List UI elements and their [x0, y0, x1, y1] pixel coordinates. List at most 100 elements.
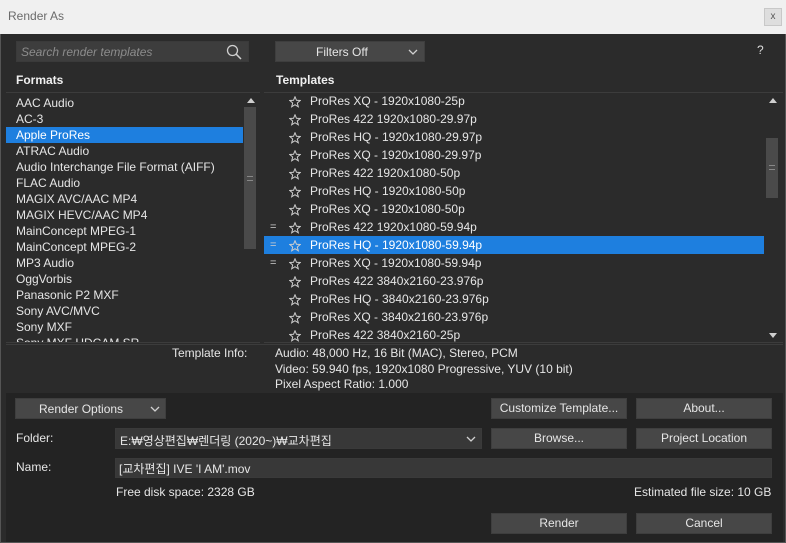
name-input[interactable] [119, 460, 759, 476]
template-row[interactable]: ProRes XQ - 1920x1080-29.97p [264, 146, 764, 164]
template-row[interactable]: ProRes 422 3840x2160-25p [264, 326, 764, 342]
scroll-thumb[interactable] [244, 107, 256, 249]
format-item[interactable]: MAGIX HEVC/AAC MP4 [6, 207, 243, 223]
scroll-down-arrow-icon[interactable] [769, 333, 777, 338]
scroll-grip-icon [769, 165, 775, 170]
search-input[interactable] [21, 43, 221, 60]
format-item[interactable]: OggVorbis [6, 271, 243, 287]
formats-list[interactable]: Sony MXF HDCAM SR Sony MXF Sony AVC/MVC Pan… [6, 92, 260, 343]
search-icon[interactable] [226, 44, 242, 60]
star-outline-icon[interactable] [288, 293, 302, 306]
template-name: ProRes HQ - 1920x1080-29.97p [310, 130, 483, 144]
star-outline-icon[interactable] [288, 95, 302, 108]
star-outline-icon[interactable] [288, 275, 302, 288]
filters-dropdown[interactable]: Filters Off [275, 41, 425, 62]
drag-handle-icon: = [270, 257, 277, 269]
template-info-audio: Audio: 48,000 Hz, 16 Bit (MAC), Stereo, … [275, 346, 518, 360]
format-item[interactable]: Sony MXF [6, 319, 243, 335]
template-row[interactable]: ProRes 422 3840x2160-23.976p [264, 272, 764, 290]
format-item[interactable]: Panasonic P2 MXF [6, 287, 243, 303]
template-row[interactable]: ProRes HQ - 1920x1080-50p [264, 182, 764, 200]
template-row[interactable]: ProRes 422 1920x1080-50p [264, 164, 764, 182]
close-button[interactable]: x [764, 8, 782, 26]
template-name: ProRes 422 1920x1080-29.97p [310, 112, 477, 126]
format-item[interactable]: MAGIX AVC/AAC MP4 [6, 191, 243, 207]
folder-select[interactable]: E:₩영상편집₩렌더링 (2020~)₩교차편집 [115, 428, 482, 449]
chevron-down-icon [466, 436, 476, 442]
star-outline-icon[interactable] [288, 185, 302, 198]
template-name: ProRes 422 3840x2160-23.976p [310, 274, 484, 288]
star-outline-icon[interactable] [288, 203, 302, 216]
template-row[interactable]: ProRes HQ - 1920x1080-29.97p [264, 128, 764, 146]
render-options-label: Render Options [39, 402, 124, 416]
search-box[interactable] [16, 41, 249, 62]
drag-handle-icon: = [270, 239, 277, 251]
window-title: Render As [8, 9, 65, 23]
template-name: ProRes XQ - 1920x1080-29.97p [310, 148, 482, 162]
template-row[interactable]: ProRes XQ - 1920x1080-50p [264, 200, 764, 218]
star-outline-icon[interactable] [288, 131, 302, 144]
template-row[interactable]: ProRes HQ - 3840x2160-23.976p [264, 290, 764, 308]
project-location-button[interactable]: Project Location [636, 428, 772, 449]
template-name: ProRes XQ - 1920x1080-25p [310, 94, 465, 108]
templates-scrollbar[interactable] [765, 93, 781, 342]
templates-list[interactable]: ProRes 422 3840x2160-25p ProRes XQ - 3840… [264, 92, 783, 343]
scroll-up-arrow-icon[interactable] [247, 98, 255, 103]
name-field[interactable] [115, 458, 772, 478]
render-button[interactable]: Render [491, 513, 627, 534]
template-name: ProRes XQ - 1920x1080-50p [310, 202, 465, 216]
help-button[interactable]: ? [757, 43, 764, 57]
format-item[interactable]: ATRAC Audio [6, 143, 243, 159]
star-outline-icon[interactable] [288, 239, 302, 252]
format-item[interactable]: Sony AVC/MVC [6, 303, 243, 319]
format-item[interactable]: AAC Audio [6, 95, 243, 111]
star-outline-icon[interactable] [288, 221, 302, 234]
template-name: ProRes XQ - 3840x2160-23.976p [310, 310, 489, 324]
about-button[interactable]: About... [636, 398, 772, 419]
format-item[interactable]: FLAC Audio [6, 175, 243, 191]
scroll-grip-icon [247, 176, 253, 181]
template-row[interactable]: = ProRes 422 1920x1080-59.94p [264, 218, 764, 236]
template-info: Audio: 48,000 Hz, 16 Bit (MAC), Stereo, … [275, 346, 573, 393]
cancel-button[interactable]: Cancel [636, 513, 772, 534]
format-item[interactable]: Sony MXF HDCAM SR [6, 335, 243, 342]
template-name: ProRes 422 3840x2160-25p [310, 328, 461, 342]
scroll-thumb[interactable] [766, 138, 778, 198]
star-outline-icon[interactable] [288, 329, 302, 342]
star-outline-icon[interactable] [288, 257, 302, 270]
star-outline-icon[interactable] [288, 167, 302, 180]
free-disk-space: Free disk space: 2328 GB [116, 485, 255, 499]
render-options-dropdown[interactable]: Render Options [15, 398, 166, 419]
template-row[interactable]: = ProRes XQ - 1920x1080-59.94p [264, 254, 764, 272]
format-item[interactable]: Apple ProRes [6, 127, 243, 143]
template-name: ProRes XQ - 1920x1080-59.94p [310, 256, 482, 270]
chevron-down-icon [408, 49, 418, 55]
template-row[interactable]: ProRes 422 1920x1080-29.97p [264, 110, 764, 128]
formats-header: Formats [16, 73, 64, 87]
title-bar: Render As x [0, 0, 786, 34]
template-name: ProRes HQ - 1920x1080-50p [310, 184, 466, 198]
template-name: ProRes HQ - 3840x2160-23.976p [310, 292, 489, 306]
filters-label: Filters Off [316, 45, 368, 59]
browse-button[interactable]: Browse... [491, 428, 627, 449]
scroll-up-arrow-icon[interactable] [769, 98, 777, 103]
folder-value: E:₩영상편집₩렌더링 (2020~)₩교차편집 [120, 434, 332, 448]
star-outline-icon[interactable] [288, 113, 302, 126]
template-name: ProRes 422 1920x1080-50p [310, 166, 461, 180]
format-item[interactable]: AC-3 [6, 111, 243, 127]
format-item[interactable]: Audio Interchange File Format (AIFF) [6, 159, 243, 175]
format-item[interactable]: MP3 Audio [6, 255, 243, 271]
format-item[interactable]: MainConcept MPEG-1 [6, 223, 243, 239]
template-row[interactable]: = ProRes HQ - 1920x1080-59.94p [264, 236, 764, 254]
chevron-down-icon [150, 406, 160, 412]
template-row[interactable]: ProRes XQ - 1920x1080-25p [264, 93, 764, 110]
customize-template-button[interactable]: Customize Template... [491, 398, 627, 419]
format-item[interactable]: MainConcept MPEG-2 [6, 239, 243, 255]
star-outline-icon[interactable] [288, 311, 302, 324]
dialog-body: Filters Off ? Formats Templates Sony MXF… [0, 34, 786, 543]
template-name: ProRes HQ - 1920x1080-59.94p [310, 238, 483, 252]
star-outline-icon[interactable] [288, 149, 302, 162]
template-row[interactable]: ProRes XQ - 3840x2160-23.976p [264, 308, 764, 326]
formats-scrollbar[interactable] [243, 93, 259, 342]
template-info-par: Pixel Aspect Ratio: 1.000 [275, 377, 409, 391]
